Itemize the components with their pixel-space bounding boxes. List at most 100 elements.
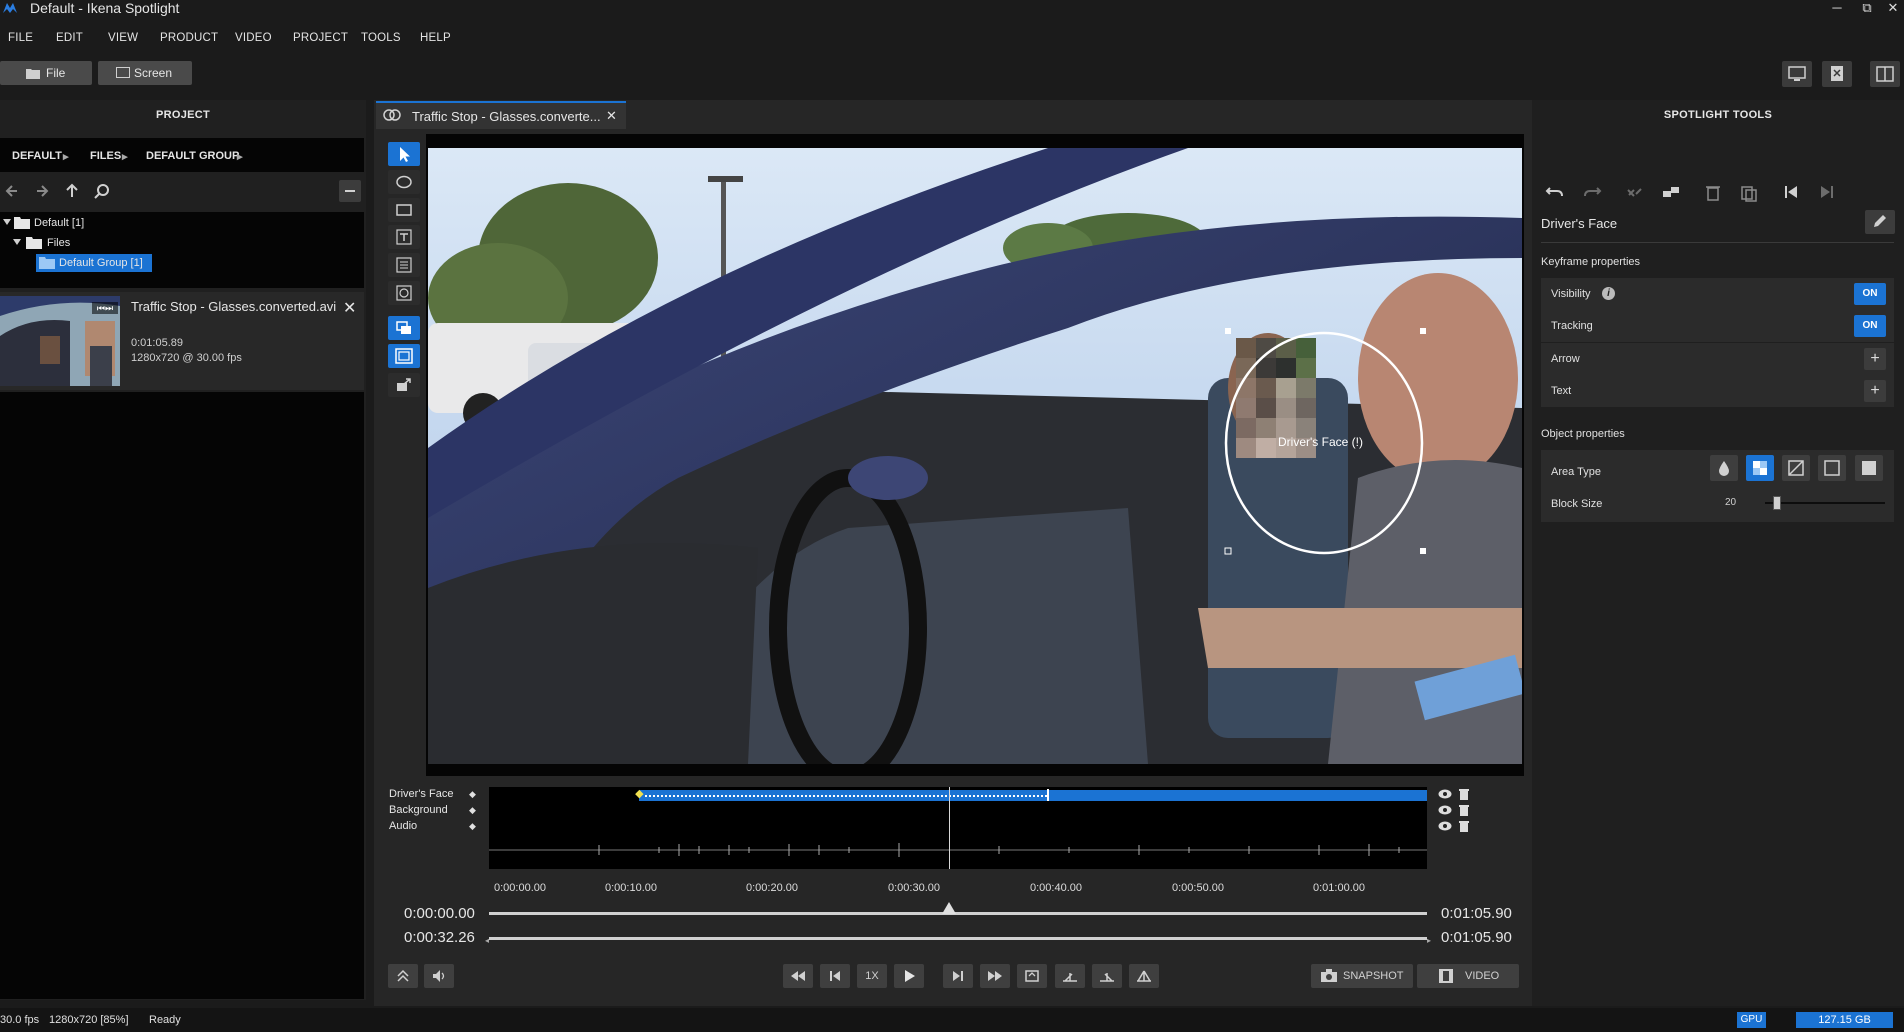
rewind-button[interactable]: [783, 964, 813, 988]
redo-button[interactable]: [1578, 180, 1606, 204]
scrub-bar[interactable]: [489, 902, 1427, 915]
face-tool-button[interactable]: [388, 281, 420, 305]
layer-tool-button[interactable]: [388, 316, 420, 340]
speed-button[interactable]: 1X: [857, 964, 887, 988]
add-text-icon[interactable]: +: [1864, 380, 1886, 402]
track-label-background[interactable]: Background: [389, 804, 448, 816]
delete-all-button[interactable]: [1735, 180, 1763, 204]
tree-expand-icon[interactable]: [2, 217, 12, 227]
delete-button[interactable]: [1699, 180, 1727, 204]
area-type-pixelate-button[interactable]: [1746, 455, 1774, 481]
volume-button[interactable]: [424, 964, 454, 988]
previous-frame-button[interactable]: [820, 964, 850, 988]
monitor-view-button[interactable]: [1782, 61, 1812, 87]
tree-files[interactable]: Files: [47, 237, 70, 249]
add-arrow-icon[interactable]: +: [1864, 348, 1886, 370]
playhead-line[interactable]: [948, 787, 950, 869]
keyframe-diamond-icon[interactable]: ◆: [469, 789, 476, 800]
block-size-thumb[interactable]: [1773, 496, 1781, 510]
snapshot-button[interactable]: SNAPSHOT: [1311, 964, 1413, 988]
keyframe-end-marker[interactable]: [1047, 789, 1050, 801]
close-button[interactable]: ✕: [1882, 0, 1904, 18]
visibility-toggle[interactable]: ON: [1854, 283, 1886, 305]
play-button[interactable]: [894, 964, 924, 988]
region-tool-button[interactable]: [388, 253, 420, 277]
menu-video[interactable]: VIDEO: [235, 32, 272, 44]
breadcrumb-files[interactable]: FILES: [90, 150, 121, 162]
area-type-solid-button[interactable]: [1855, 455, 1883, 481]
block-size-slider[interactable]: [1765, 496, 1885, 510]
export-video-button[interactable]: VIDEO: [1417, 964, 1519, 988]
keyframe-start-icon[interactable]: ◆: [635, 789, 645, 800]
breadcrumb-default-group[interactable]: DEFAULT GROUP: [146, 150, 239, 162]
close-tab-icon[interactable]: ✕: [606, 108, 617, 124]
breadcrumb-default[interactable]: DEFAULT: [12, 150, 62, 162]
timeline-tracks[interactable]: ◆: [489, 787, 1427, 869]
menu-help[interactable]: HELP: [420, 32, 451, 44]
fast-forward-button[interactable]: [980, 964, 1010, 988]
loop-button[interactable]: [1017, 964, 1047, 988]
eye-icon[interactable]: [1438, 821, 1452, 831]
trash-icon[interactable]: [1459, 804, 1469, 816]
playhead-handle[interactable]: [941, 902, 956, 914]
export-view-button[interactable]: [1822, 61, 1852, 87]
remove-file-icon[interactable]: ✕: [343, 298, 356, 318]
next-frame-button[interactable]: [943, 964, 973, 988]
collapse-button[interactable]: [339, 180, 361, 202]
rewind-icon: [791, 971, 805, 981]
menu-edit[interactable]: EDIT: [56, 32, 83, 44]
text-tool-button[interactable]: [388, 225, 420, 249]
up-button[interactable]: [61, 180, 83, 202]
editor-tab[interactable]: Traffic Stop - Glasses.converte... ✕: [376, 101, 626, 129]
select-tool-button[interactable]: [388, 142, 420, 166]
last-keyframe-button[interactable]: [1813, 180, 1841, 204]
file-button[interactable]: File: [0, 61, 92, 85]
area-type-outline-button[interactable]: [1818, 455, 1846, 481]
relink-button[interactable]: [1621, 180, 1649, 204]
video-frame[interactable]: [428, 148, 1522, 764]
eye-icon[interactable]: [1438, 789, 1452, 799]
rename-button[interactable]: [1865, 210, 1895, 234]
menu-view[interactable]: VIEW: [108, 32, 138, 44]
search-button[interactable]: [91, 180, 113, 202]
area-type-blur-button[interactable]: [1710, 455, 1738, 481]
mark-in-button[interactable]: [1055, 964, 1085, 988]
minimize-button[interactable]: ─: [1826, 0, 1848, 18]
eye-icon[interactable]: [1438, 805, 1452, 815]
layout-button[interactable]: [1870, 61, 1900, 87]
menu-file[interactable]: FILE: [8, 32, 33, 44]
tree-expand-icon[interactable]: [12, 237, 22, 247]
area-type-gradient-button[interactable]: [1782, 455, 1810, 481]
overlay-label[interactable]: Driver's Face (!): [1278, 435, 1363, 449]
menu-product[interactable]: PRODUCT: [160, 32, 218, 44]
mark-out-button[interactable]: [1092, 964, 1122, 988]
keyframe-diamond-icon[interactable]: ◆: [469, 821, 476, 832]
track-label-audio[interactable]: Audio: [389, 820, 417, 832]
info-icon[interactable]: i: [1602, 287, 1615, 300]
range-end-handle[interactable]: ▸: [1427, 936, 1431, 945]
back-button[interactable]: [2, 180, 24, 202]
trash-icon[interactable]: [1459, 788, 1469, 800]
menu-tools[interactable]: TOOLS: [361, 32, 401, 44]
thumbnail-nav-icon[interactable]: ⏮⏭: [92, 302, 118, 314]
range-start-handle[interactable]: ◂: [485, 936, 489, 945]
fit-tool-button[interactable]: [388, 344, 420, 368]
restore-button[interactable]: ⧉: [1856, 0, 1878, 18]
first-keyframe-button[interactable]: [1777, 180, 1805, 204]
range-bar[interactable]: [489, 937, 1427, 940]
track-label-drivers-face[interactable]: Driver's Face: [389, 788, 453, 800]
unlink-button[interactable]: [1657, 180, 1685, 204]
forward-button[interactable]: [30, 180, 52, 202]
expand-button[interactable]: [388, 964, 418, 988]
mark-range-button[interactable]: [1129, 964, 1159, 988]
menu-project[interactable]: PROJECT: [293, 32, 348, 44]
tracking-toggle[interactable]: ON: [1854, 315, 1886, 337]
export-tool-button[interactable]: [388, 373, 420, 397]
rectangle-tool-button[interactable]: [388, 198, 420, 222]
undo-button[interactable]: [1541, 180, 1569, 204]
tree-root[interactable]: Default [1]: [34, 217, 84, 229]
screen-button[interactable]: Screen: [98, 61, 192, 85]
ellipse-tool-button[interactable]: [388, 170, 420, 194]
keyframe-diamond-icon[interactable]: ◆: [469, 805, 476, 816]
trash-icon[interactable]: [1459, 820, 1469, 832]
